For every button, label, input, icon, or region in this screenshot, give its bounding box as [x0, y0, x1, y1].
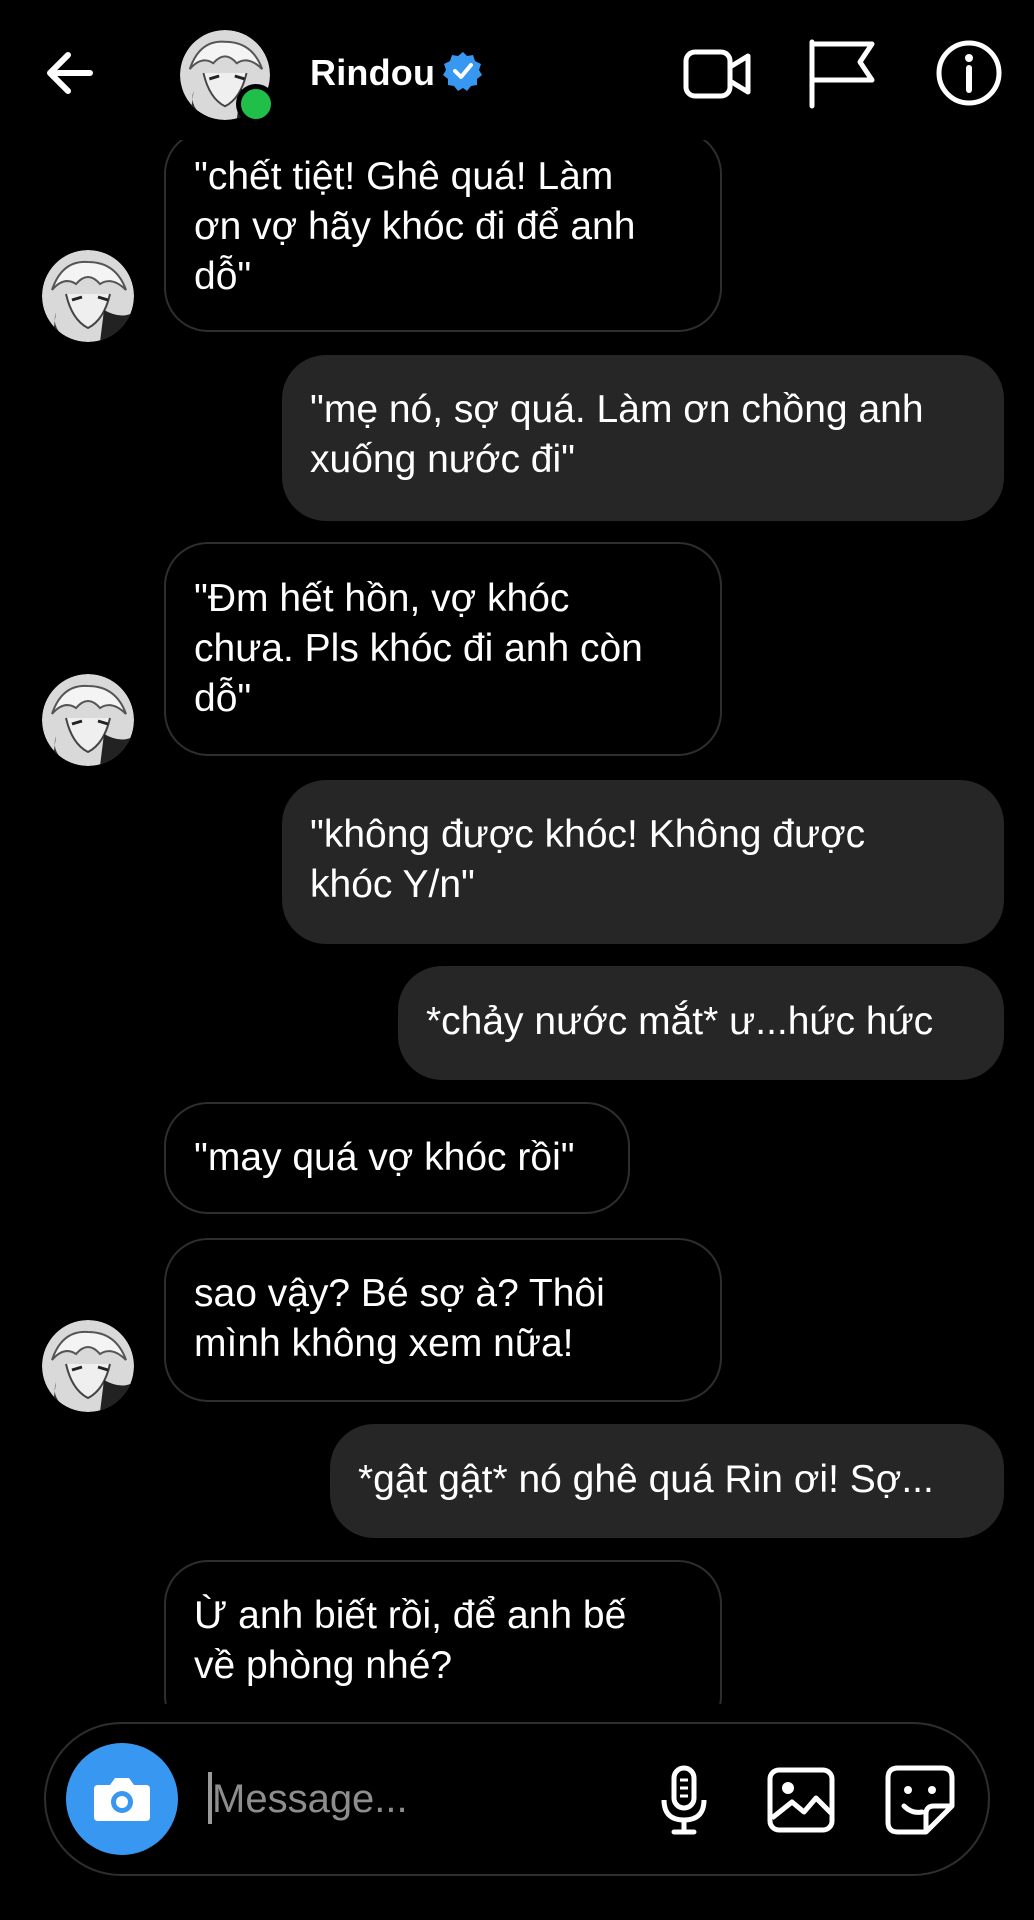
message-input[interactable]	[210, 1762, 634, 1836]
message-bubble-incoming[interactable]: "may quá vợ khóc rồi"	[164, 1102, 630, 1214]
sender-avatar[interactable]	[42, 250, 134, 342]
message-line: *chảy nước mắt* ư...hức hức	[426, 1000, 934, 1043]
sender-avatar[interactable]	[42, 674, 134, 766]
message-line: chưa. Pls khóc đi anh còn	[194, 627, 643, 670]
message-line: "chết tiệt! Ghê quá! Làm	[194, 155, 614, 198]
message-line: "không được khóc! Không được	[310, 813, 866, 856]
message-bubble-outgoing[interactable]: *chảy nước mắt* ư...hức hức	[398, 966, 1004, 1080]
message-line: "may quá vợ khóc rồi"	[194, 1136, 575, 1179]
message-line: dỗ"	[194, 677, 252, 720]
message-line: mình không xem nữa!	[194, 1322, 574, 1365]
video-call-icon[interactable]	[680, 36, 754, 110]
message-line: xuống nước đi"	[310, 438, 576, 481]
chat-screen: "chết tiệt! Ghê quá! Làm ơn vợ hãy khóc …	[0, 0, 1034, 1920]
message-line: dỗ"	[194, 255, 252, 298]
message-bubble-outgoing[interactable]: *gật gật* nó ghê quá Rin ơi! Sợ...	[330, 1424, 1004, 1538]
sender-avatar[interactable]	[42, 1320, 134, 1412]
message-line: về phòng nhé?	[194, 1644, 453, 1687]
gallery-icon[interactable]	[762, 1760, 842, 1840]
message-bubble-incoming[interactable]: "chết tiệt! Ghê quá! Làm ơn vợ hãy khóc …	[164, 130, 722, 332]
camera-icon	[94, 1778, 150, 1821]
report-flag-icon[interactable]	[804, 36, 878, 110]
back-arrow-icon[interactable]	[40, 45, 104, 101]
message-line: ơn vợ hãy khóc đi để anh	[194, 205, 636, 248]
message-bubble-incoming[interactable]: sao vậy? Bé sợ à? Thôi mình không xem nữ…	[164, 1238, 722, 1402]
chat-header: Rindou	[0, 0, 1034, 140]
message-line: "mẹ nó, sợ quá. Làm ơn chồng anh	[310, 388, 924, 431]
contact-name[interactable]: Rindou	[310, 52, 435, 94]
message-line: *gật gật* nó ghê quá Rin ơi! Sợ...	[358, 1458, 934, 1501]
message-bubble-incoming[interactable]: "Đm hết hồn, vợ khóc chưa. Pls khóc đi a…	[164, 542, 722, 756]
message-bubble-outgoing[interactable]: "mẹ nó, sợ quá. Làm ơn chồng anh xuống n…	[282, 355, 1004, 521]
message-clip: Ừ anh biết rồi, để anh bế về phòng nhé?	[0, 1560, 1034, 1704]
message-line: sao vậy? Bé sợ à? Thôi	[194, 1272, 605, 1315]
message-line: "Đm hết hồn, vợ khóc	[194, 577, 570, 620]
message-bubble-incoming[interactable]: Ừ anh biết rồi, để anh bế về phòng nhé?	[164, 1560, 722, 1704]
sticker-icon[interactable]	[880, 1760, 960, 1840]
message-line: Ừ anh biết rồi, để anh bế	[194, 1594, 627, 1637]
info-icon[interactable]	[932, 36, 1006, 110]
microphone-icon[interactable]	[644, 1760, 724, 1840]
online-status-dot	[236, 84, 276, 124]
contact-avatar[interactable]	[180, 30, 276, 124]
verified-badge-icon	[442, 50, 484, 92]
camera-button[interactable]	[66, 1743, 178, 1855]
message-composer	[44, 1722, 990, 1876]
message-line: khóc Y/n"	[310, 863, 475, 906]
message-bubble-outgoing[interactable]: "không được khóc! Không được khóc Y/n"	[282, 780, 1004, 944]
